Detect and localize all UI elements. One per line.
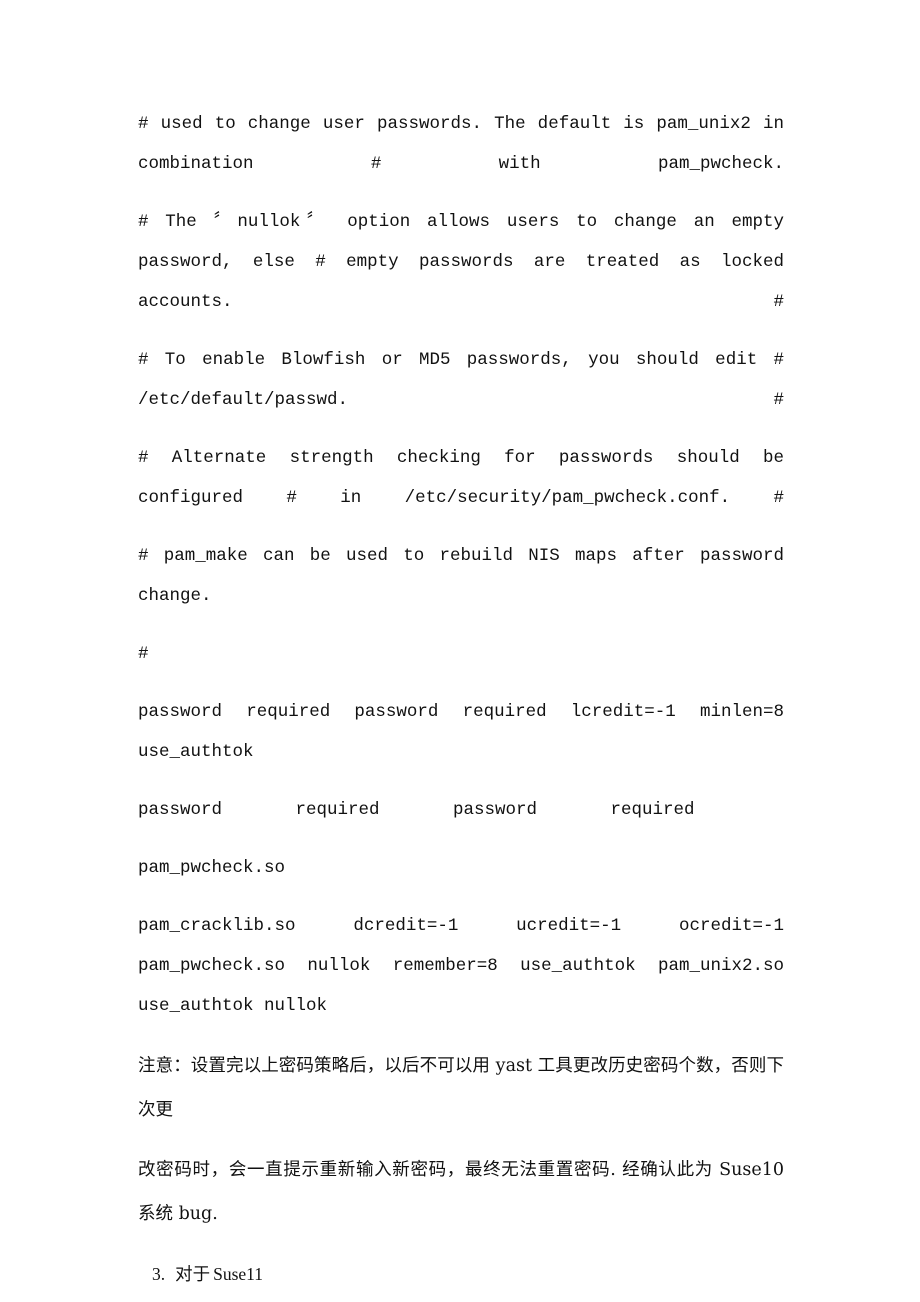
paragraph-alternate-strength-checking: # Alternate strength checking for passwo… xyxy=(138,448,784,508)
paragraph-pam-pwcheck-so: pam_pwcheck.so xyxy=(138,858,286,878)
paragraph-password-rule-lcredit: password required password required lcre… xyxy=(138,702,784,762)
paragraph-hash-separator: # xyxy=(138,644,149,664)
paragraph-note-suse10-bug: 改密码时，会一直提示重新输入新密码，最终无法重置密码. 经确认此为 Suse10… xyxy=(138,1160,784,1224)
paragraph-pam-unix2-default: # used to change user passwords. The def… xyxy=(138,114,784,174)
list-item-label-latin: Suse11 xyxy=(213,1264,264,1284)
list-item-number: 3. xyxy=(152,1264,166,1284)
paragraph-pam-make-nis: # pam_make can be used to rebuild NIS ma… xyxy=(138,546,784,606)
list-item-suse11: 3. 对于 Suse11 xyxy=(138,1252,784,1297)
paragraph-pam-modules-options: pam_cracklib.so dcredit=-1 ucredit=-1 oc… xyxy=(138,916,784,1016)
list-item-label-prefix: 对于 xyxy=(175,1265,211,1285)
paragraph-password-rule-required: password required password required xyxy=(138,800,695,820)
paragraph-note-yast-warning: 注意：设置完以上密码策略后，以后不可以用 yast 工具更改历史密码个数，否则下… xyxy=(138,1056,784,1120)
paragraph-blowfish-md5: # To enable Blowfish or MD5 passwords, y… xyxy=(138,350,784,410)
paragraph-nullok-option: # The 〞nullok〞 option allows users to ch… xyxy=(138,212,784,312)
document-page: # used to change user passwords. The def… xyxy=(0,0,920,1302)
document-text-body: # used to change user passwords. The def… xyxy=(138,104,784,1297)
